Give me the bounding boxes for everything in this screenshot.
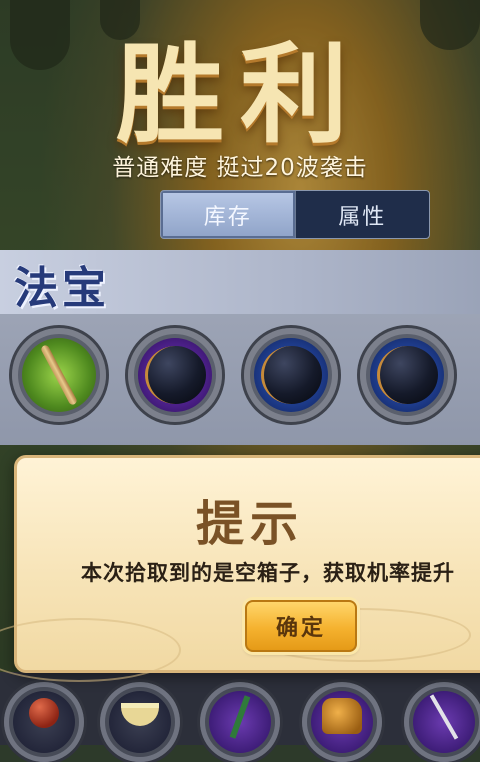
item-slot[interactable] <box>4 682 84 762</box>
treasure-section: 法宝 <box>0 250 480 445</box>
result-tabs: 库存 属性 <box>160 190 430 239</box>
dialog-message: 本次拾取到的是空箱子，获取机率提升 <box>81 561 455 585</box>
item-slot[interactable] <box>200 682 280 762</box>
confirm-button[interactable]: 确定 <box>245 600 357 652</box>
dialog-title: 提示 <box>195 496 304 552</box>
item-slot[interactable] <box>302 682 382 762</box>
dark-orb-icon <box>376 346 438 404</box>
golden-beast-icon <box>322 698 362 734</box>
tab-attributes[interactable]: 属性 <box>296 191 430 238</box>
hint-dialog: 提示 本次拾取到的是空箱子，获取机率提升 确定 <box>0 455 480 682</box>
treasure-section-header: 法宝 <box>0 250 480 314</box>
treasure-slot[interactable] <box>244 328 338 422</box>
item-slot[interactable] <box>404 682 480 762</box>
treasure-slot[interactable] <box>12 328 106 422</box>
item-slot-row <box>0 672 480 762</box>
staff-icon <box>429 694 459 740</box>
treasure-section-title: 法宝 <box>14 263 110 314</box>
treasure-slot[interactable] <box>360 328 454 422</box>
bowl-icon <box>121 702 159 726</box>
difficulty-subtitle: 普通难度 挺过20波袭击 <box>112 155 368 181</box>
bamboo-flute-icon <box>39 343 79 407</box>
victory-title: 胜利 <box>115 32 364 158</box>
treasure-slot-row <box>0 324 480 434</box>
red-pill-icon <box>29 698 59 728</box>
treasure-slot[interactable] <box>128 328 222 422</box>
item-slot[interactable] <box>100 682 180 762</box>
dark-orb-icon <box>144 346 206 404</box>
tab-inventory[interactable]: 库存 <box>161 191 296 238</box>
herb-branch-icon <box>229 695 251 739</box>
dark-orb-icon <box>260 346 322 404</box>
